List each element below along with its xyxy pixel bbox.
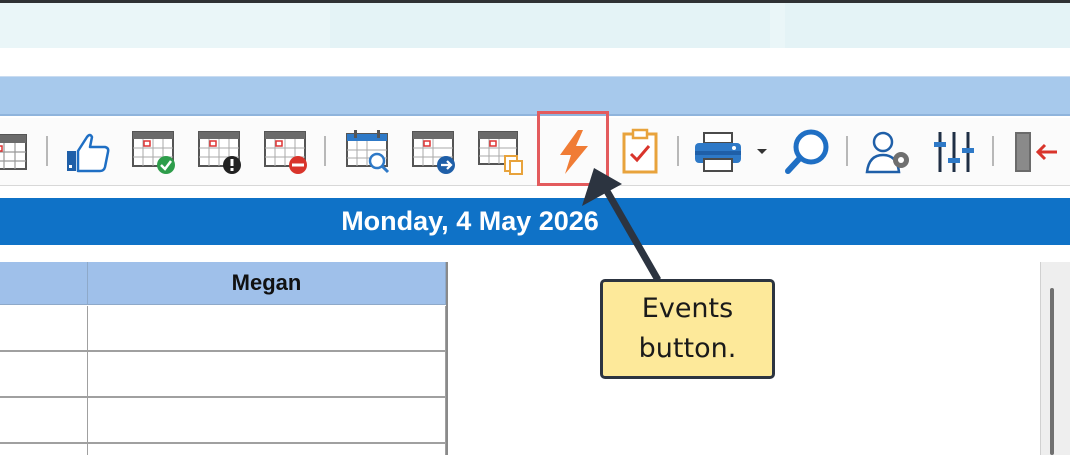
app-window: Monday, 4 May 2026 Megan Events button. [0,0,1070,455]
events-callout: Events button. [600,279,775,379]
callout-arrow [582,168,662,282]
callout-line-1: Events [641,293,734,324]
callout-line-2: button. [638,333,737,364]
